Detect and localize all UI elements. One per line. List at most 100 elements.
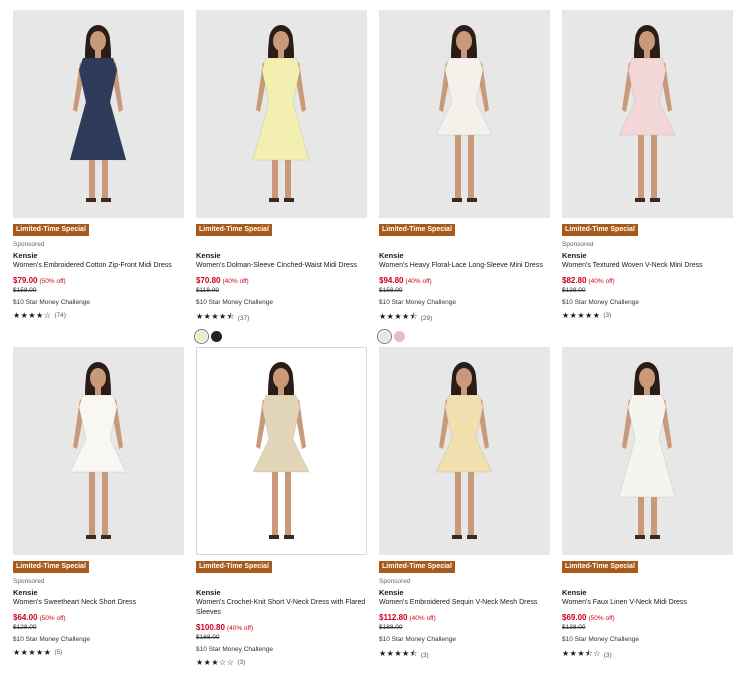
star-rating-icon: ★★★★⯪ [379, 649, 418, 658]
product-brand: Kensie [13, 588, 38, 597]
limited-time-badge: Limited-Time Special [562, 224, 638, 236]
discount-percent: (50% off) [39, 278, 66, 285]
color-swatches [379, 331, 550, 342]
product-name-link[interactable]: Women's Heavy Floral-Lace Long-Sleeve Mi… [379, 261, 550, 271]
product-grid: Limited-Time Special Sponsored Kensie Wo… [13, 10, 733, 674]
rating-row[interactable]: ★★★★⯪ (3) [379, 648, 550, 662]
review-count: (3) [603, 312, 612, 319]
original-price: $188.00 [379, 624, 403, 631]
product-image[interactable] [379, 347, 550, 555]
product-image[interactable] [562, 10, 733, 218]
product-brand: Kensie [562, 588, 587, 597]
review-count: (3) [603, 651, 612, 659]
product-image[interactable] [13, 10, 184, 218]
review-count: (3) [237, 659, 246, 666]
product-name-link[interactable]: Women's Crochet-Knit Short V-Neck Dress … [196, 598, 367, 618]
color-swatch[interactable] [394, 331, 405, 342]
product-brand: Kensie [379, 251, 404, 260]
model-illustration [69, 362, 127, 539]
review-count: (74) [54, 312, 66, 319]
price-row: $112.80 (40% off) [379, 613, 550, 622]
model-illustration [618, 362, 676, 539]
original-price: $118.00 [196, 287, 220, 294]
sponsored-label [379, 241, 550, 249]
product-card[interactable]: Limited-Time Special Kensie Women's Croc… [196, 347, 367, 674]
discount-percent: (40% off) [409, 615, 436, 622]
product-card[interactable]: Limited-Time Special Sponsored Kensie Wo… [13, 10, 184, 347]
product-card[interactable]: Limited-Time Special Kensie Women's Faux… [562, 347, 733, 674]
model-illustration [435, 25, 493, 202]
product-name-link[interactable]: Women's Embroidered Cotton Zip-Front Mid… [13, 261, 184, 271]
star-rating-icon: ★★★★★ [562, 311, 601, 320]
limited-time-badge: Limited-Time Special [196, 224, 272, 236]
discount-percent: (40% off) [405, 278, 432, 285]
price-row: $69.00 (50% off) [562, 613, 733, 622]
sale-price: $112.80 [379, 613, 408, 622]
promo-text: $10 Star Money Challenge [562, 636, 639, 643]
rating-row[interactable]: ★★★★☆ (74) [13, 311, 184, 320]
color-swatch[interactable] [211, 331, 222, 342]
original-price: $158.00 [13, 287, 37, 294]
rating-row[interactable]: ★★★★★ (5) [13, 648, 184, 657]
promo-text: $10 Star Money Challenge [13, 299, 90, 306]
rating-row[interactable]: ★★★⯪☆ (3) [562, 648, 733, 662]
model-illustration [69, 25, 127, 202]
product-name-link[interactable]: Women's Faux Linen V-Neck Midi Dress [562, 598, 733, 608]
limited-time-badge: Limited-Time Special [379, 224, 455, 236]
limited-time-badge: Limited-Time Special [562, 561, 638, 573]
sponsored-label [196, 578, 367, 586]
product-image[interactable] [379, 10, 550, 218]
sale-price: $82.80 [562, 276, 587, 285]
price-row: $70.80 (40% off) [196, 276, 367, 285]
color-swatch[interactable] [196, 331, 207, 342]
sale-price: $94.80 [379, 276, 404, 285]
star-rating-icon: ★★★⯪☆ [562, 649, 601, 658]
discount-percent: (40% off) [588, 278, 615, 285]
product-image[interactable] [562, 347, 733, 555]
promo-text: $10 Star Money Challenge [562, 299, 639, 306]
rating-row[interactable]: ★★★★⯪ (37) [196, 311, 367, 325]
color-swatches [196, 331, 367, 342]
product-image[interactable] [196, 10, 367, 218]
sponsored-label [562, 578, 733, 586]
original-price: $168.00 [196, 634, 220, 641]
product-name-link[interactable]: Women's Dolman-Sleeve Cinched-Waist Midi… [196, 261, 367, 271]
promo-text: $10 Star Money Challenge [196, 646, 273, 653]
original-price: $128.00 [13, 624, 37, 631]
color-swatch[interactable] [379, 331, 390, 342]
discount-percent: (40% off) [222, 278, 249, 285]
product-name-link[interactable]: Women's Embroidered Sequin V-Neck Mesh D… [379, 598, 550, 608]
sale-price: $64.00 [13, 613, 38, 622]
original-price: $158.00 [379, 287, 403, 294]
sponsored-label: Sponsored [13, 241, 45, 248]
sponsored-label: Sponsored [562, 241, 594, 248]
product-brand: Kensie [196, 588, 221, 597]
product-name-link[interactable]: Women's Textured Woven V-Neck Mini Dress [562, 261, 733, 271]
model-illustration [252, 362, 310, 539]
product-card[interactable]: Limited-Time Special Kensie Women's Heav… [379, 10, 550, 347]
model-illustration [618, 25, 676, 202]
product-card[interactable]: Limited-Time Special Sponsored Kensie Wo… [562, 10, 733, 347]
product-card[interactable]: Limited-Time Special Kensie Women's Dolm… [196, 10, 367, 347]
price-row: $79.00 (50% off) [13, 276, 184, 285]
price-row: $64.00 (50% off) [13, 613, 184, 622]
product-brand: Kensie [196, 251, 221, 260]
original-price: $138.00 [562, 287, 586, 294]
product-brand: Kensie [379, 588, 404, 597]
star-rating-icon: ★★★★★ [13, 648, 52, 657]
product-card[interactable]: Limited-Time Special Sponsored Kensie Wo… [13, 347, 184, 674]
product-image[interactable] [196, 347, 367, 555]
product-name-link[interactable]: Women's Sweetheart Neck Short Dress [13, 598, 184, 608]
limited-time-badge: Limited-Time Special [196, 561, 272, 573]
rating-row[interactable]: ★★★★⯪ (29) [379, 311, 550, 325]
rating-row[interactable]: ★★★★★ (3) [562, 311, 733, 320]
model-illustration [435, 362, 493, 539]
product-card[interactable]: Limited-Time Special Sponsored Kensie Wo… [379, 347, 550, 674]
star-rating-icon: ★★★★⯪ [196, 312, 235, 321]
rating-row[interactable]: ★★★☆☆ (3) [196, 658, 367, 667]
promo-text: $10 Star Money Challenge [379, 636, 456, 643]
product-image[interactable] [13, 347, 184, 555]
review-count: (37) [237, 314, 250, 322]
limited-time-badge: Limited-Time Special [379, 561, 455, 573]
product-brand: Kensie [562, 251, 587, 260]
